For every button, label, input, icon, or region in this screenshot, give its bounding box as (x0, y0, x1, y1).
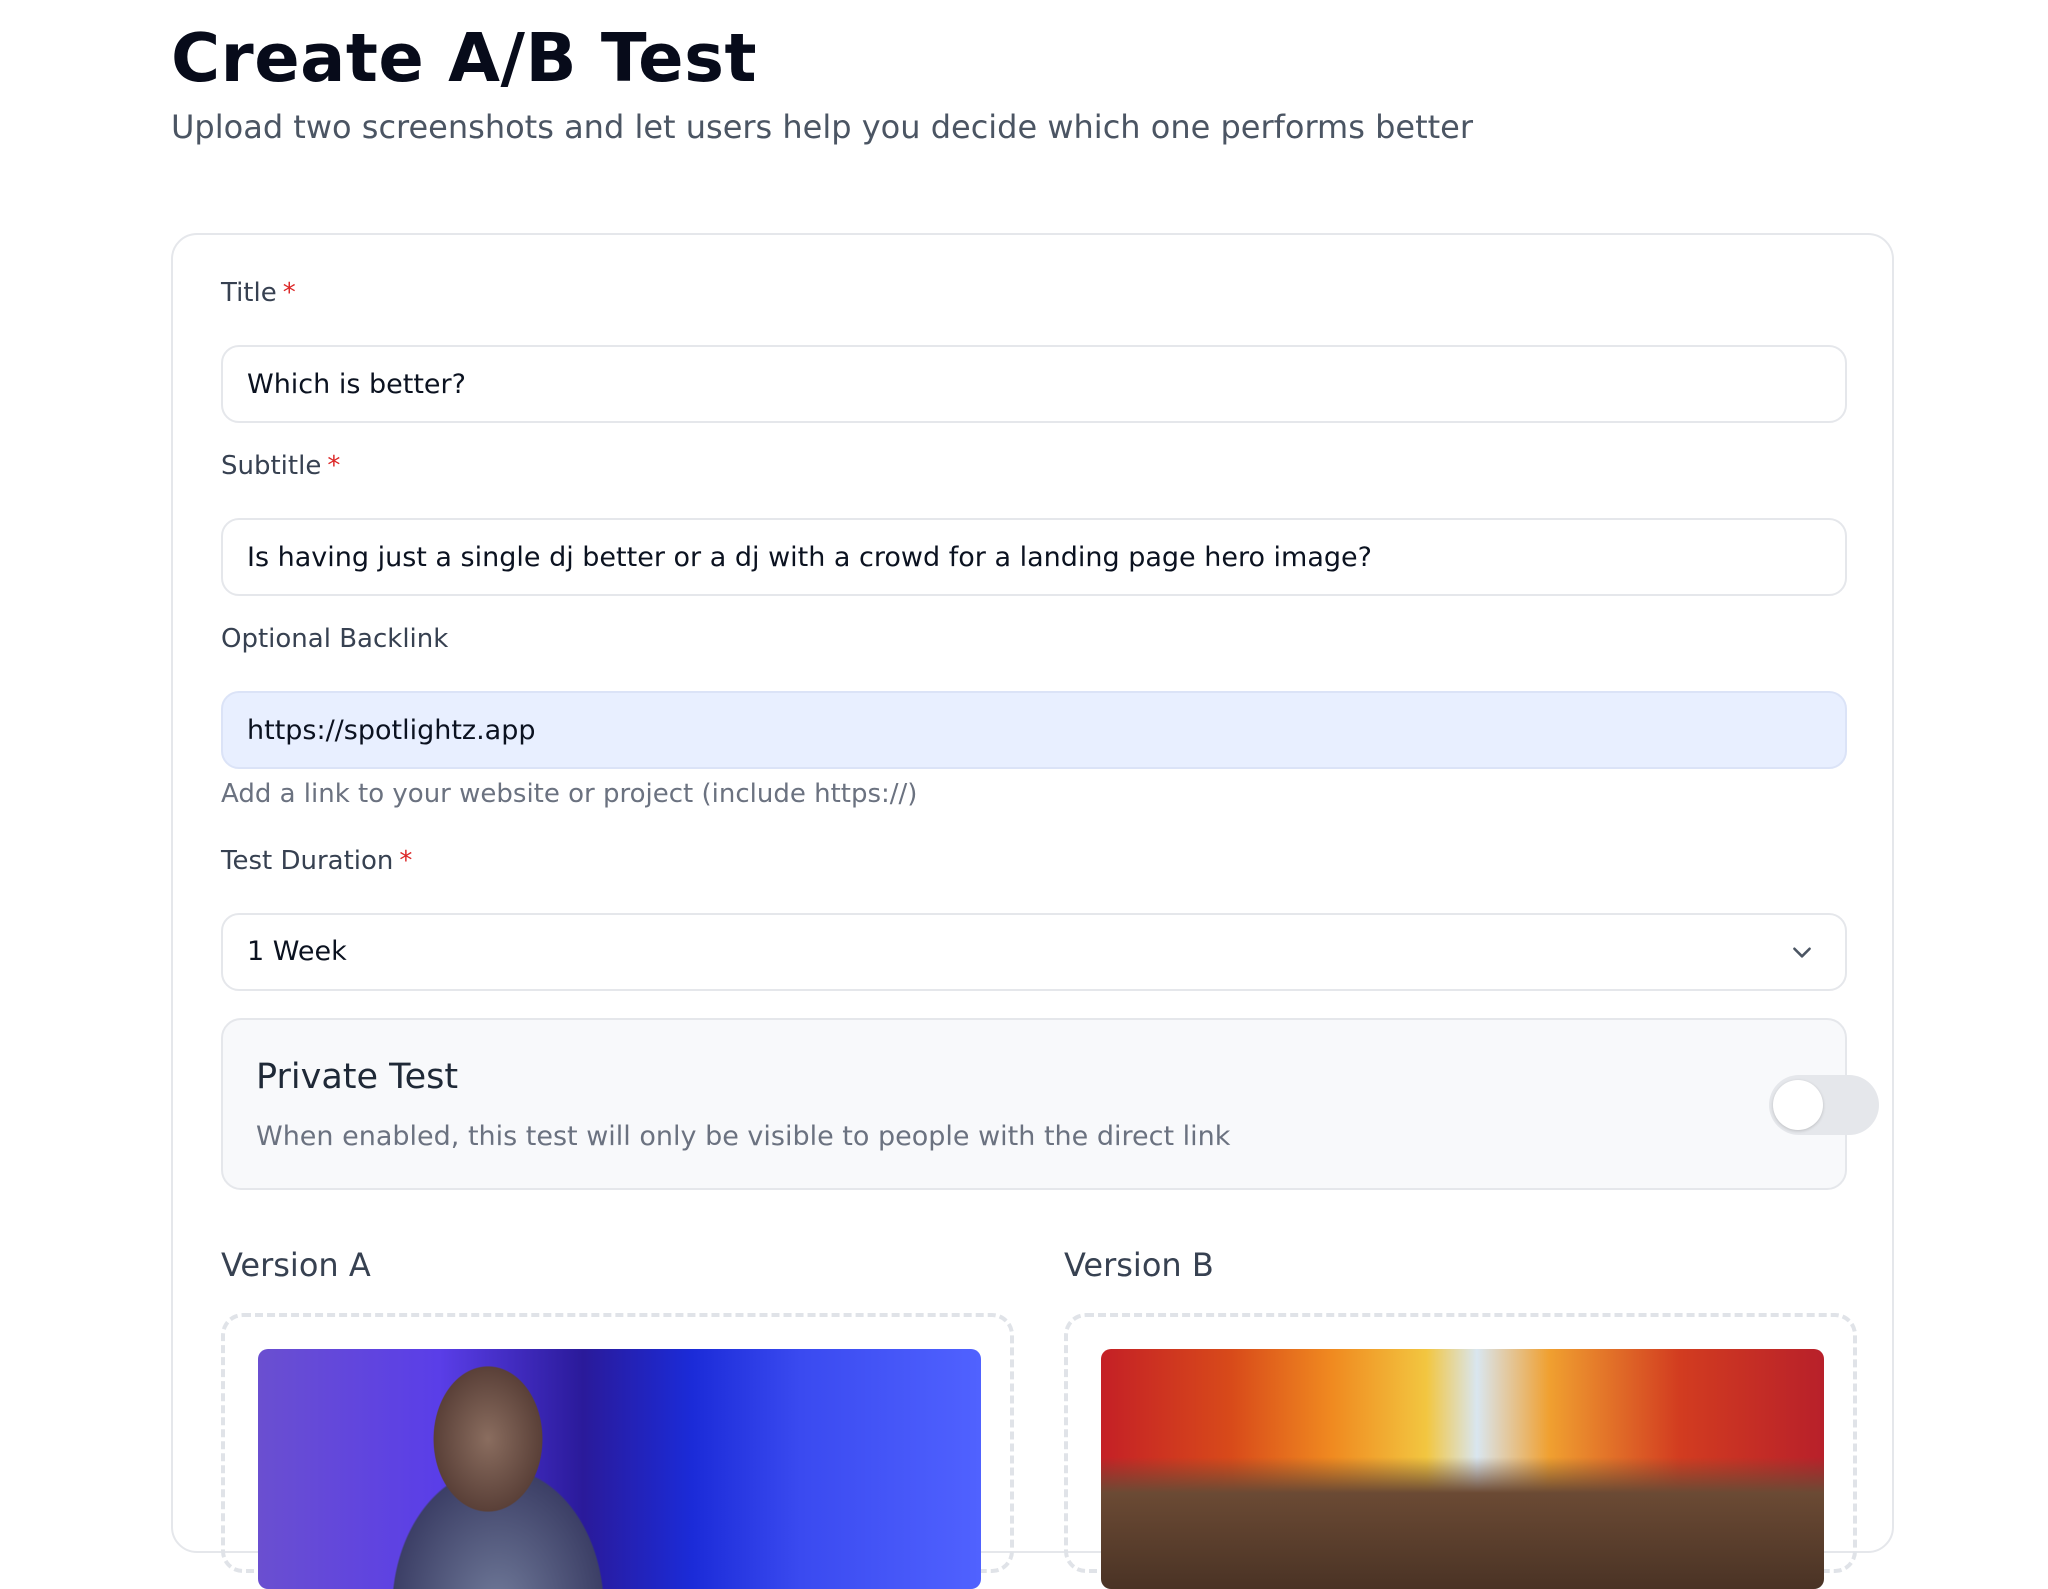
private-test-toggle[interactable] (1769, 1075, 1879, 1135)
title-input[interactable] (221, 345, 1847, 423)
version-b-preview-image (1101, 1349, 1824, 1589)
required-asterisk: * (282, 278, 296, 308)
subtitle-label-text: Subtitle (221, 451, 322, 481)
duration-selected-value: 1 Week (247, 936, 347, 967)
backlink-input[interactable] (221, 691, 1847, 769)
page-header: Create A/B Test Upload two screenshots a… (171, 18, 1871, 148)
title-label: Title * (221, 277, 296, 309)
page-title: Create A/B Test (171, 19, 758, 97)
private-test-title: Private Test (256, 1057, 459, 1097)
private-test-panel: Private Test When enabled, this test wil… (221, 1018, 1879, 1190)
title-label-text: Title (221, 278, 277, 308)
private-test-description: When enabled, this test will only be vis… (256, 1121, 1231, 1152)
page-subtitle: Upload two screenshots and let users hel… (171, 108, 1473, 146)
subtitle-input[interactable] (221, 518, 1847, 596)
chevron-down-icon (1793, 947, 1811, 958)
version-b-label: Version B (1064, 1246, 1214, 1284)
duration-label-text: Test Duration (221, 846, 394, 876)
backlink-label-text: Optional Backlink (221, 624, 449, 654)
backlink-help-text: Add a link to your website or project (i… (221, 779, 918, 809)
duration-label: Test Duration * (221, 845, 412, 877)
toggle-knob (1773, 1080, 1823, 1130)
required-asterisk: * (399, 846, 413, 876)
version-b-dropzone[interactable] (1064, 1313, 1857, 1589)
subtitle-label: Subtitle * (221, 450, 340, 482)
version-a-dropzone[interactable] (221, 1313, 1014, 1589)
version-a-label: Version A (221, 1246, 371, 1284)
backlink-label: Optional Backlink (221, 623, 448, 655)
ab-test-form: Title* Subtitle* Optional Backlink Add a… (171, 233, 1894, 1589)
duration-select[interactable]: 1 Week (221, 913, 1847, 991)
version-a-preview-image (258, 1349, 981, 1589)
required-asterisk: * (327, 451, 341, 481)
